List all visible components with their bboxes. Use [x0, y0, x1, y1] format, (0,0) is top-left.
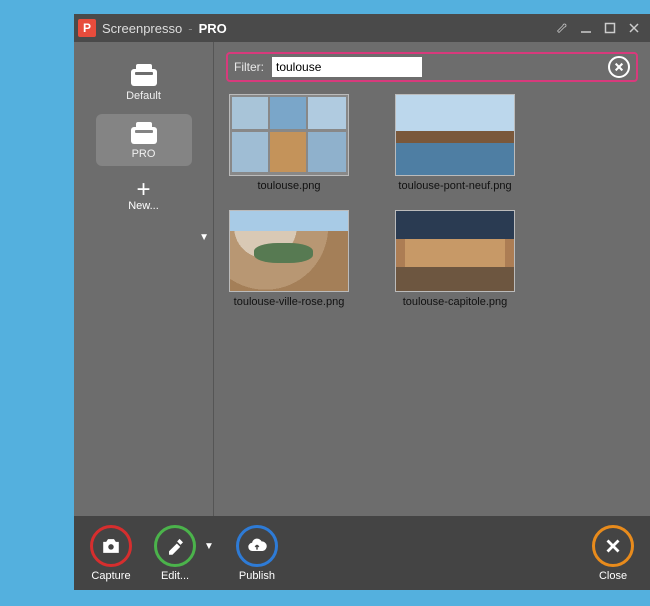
titlebar: P Screenpresso - PRO	[74, 14, 650, 42]
thumbnail-grid[interactable]: toulouse.png toulouse-pont-neuf.png toul…	[214, 90, 650, 516]
thumbnail-image	[229, 210, 349, 292]
workspace-item-pro[interactable]: PRO	[96, 114, 192, 166]
close-window-button[interactable]	[622, 18, 646, 38]
filter-clear-button[interactable]	[608, 56, 630, 78]
maximize-button[interactable]	[598, 18, 622, 38]
thumbnail-item[interactable]: toulouse-capitole.png	[390, 210, 520, 308]
workspace-label: PRO	[132, 148, 156, 160]
filter-input[interactable]	[272, 57, 422, 77]
thumbnail-image	[395, 94, 515, 176]
workspace-item-default[interactable]: Default	[96, 56, 192, 108]
filter-label: Filter:	[234, 60, 264, 74]
close-icon	[614, 62, 624, 72]
thumbnail-image	[395, 210, 515, 292]
folder-icon	[131, 122, 157, 144]
title-separator: -	[188, 21, 192, 36]
close-button[interactable]: Close	[592, 525, 634, 582]
workspace-sidebar: Default PRO + New... ▼	[74, 42, 214, 516]
publish-button[interactable]: Publish	[236, 525, 278, 582]
workspace-add-button[interactable]: + New...	[96, 172, 192, 220]
sidebar-expand-icon[interactable]: ▼	[199, 232, 209, 243]
app-name: Screenpresso	[102, 21, 182, 36]
content-area: Filter: toulouse.png toulouse-pont-neuf.…	[214, 42, 650, 516]
thumbnail-item[interactable]: toulouse.png	[224, 94, 354, 192]
thumbnail-item[interactable]: toulouse-pont-neuf.png	[390, 94, 520, 192]
thumbnail-name: toulouse-capitole.png	[403, 296, 508, 308]
camera-icon	[90, 525, 132, 567]
workspace-add-label: New...	[128, 200, 159, 212]
thumbnail-image	[229, 94, 349, 176]
edit-icon	[154, 525, 196, 567]
app-logo-icon: P	[78, 19, 96, 37]
folder-icon	[131, 64, 157, 86]
app-edition: PRO	[199, 21, 227, 36]
thumbnail-item[interactable]: toulouse-ville-rose.png	[224, 210, 354, 308]
filter-bar: Filter:	[226, 52, 638, 82]
thumbnail-name: toulouse-ville-rose.png	[234, 296, 345, 308]
close-icon	[592, 525, 634, 567]
minimize-button[interactable]	[574, 18, 598, 38]
settings-icon[interactable]	[550, 18, 574, 38]
thumbnail-name: toulouse.png	[258, 180, 321, 192]
capture-label: Capture	[91, 570, 130, 582]
cloud-upload-icon	[236, 525, 278, 567]
thumbnail-name: toulouse-pont-neuf.png	[398, 180, 511, 192]
workspace-label: Default	[126, 90, 161, 102]
plus-icon: +	[136, 180, 150, 200]
publish-label: Publish	[239, 570, 275, 582]
app-window: P Screenpresso - PRO Default PRO	[74, 14, 650, 590]
edit-label: Edit...	[161, 570, 189, 582]
bottom-toolbar: Capture Edit... ▼ Publish Close	[74, 516, 650, 590]
edit-dropdown-icon[interactable]: ▼	[204, 541, 214, 552]
app-body: Default PRO + New... ▼ Filter:	[74, 42, 650, 516]
capture-button[interactable]: Capture	[90, 525, 132, 582]
close-label: Close	[599, 570, 627, 582]
edit-button[interactable]: Edit...	[154, 525, 196, 582]
